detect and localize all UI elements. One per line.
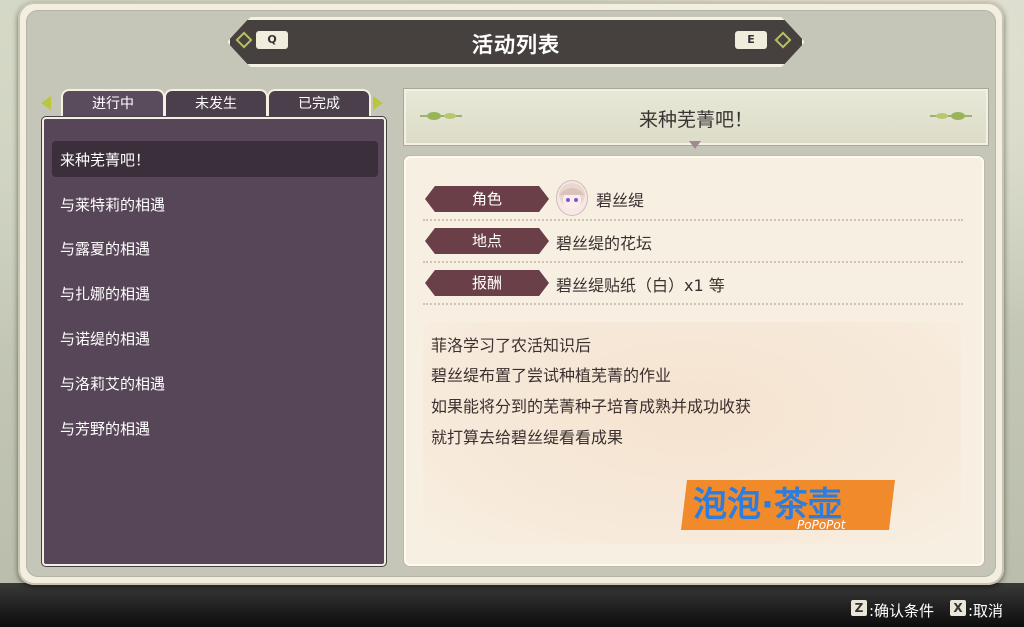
list-item[interactable]: 与露夏的相遇 <box>60 238 150 259</box>
confirm-key[interactable]: Z <box>851 600 867 616</box>
tab-left-arrow-icon[interactable] <box>41 96 51 110</box>
description-line: 菲洛学习了农活知识后 <box>431 336 592 355</box>
location-tag: 地点 <box>425 228 549 254</box>
list-item[interactable]: 与诺缇的相遇 <box>60 328 150 349</box>
detail-header: 来种芜菁吧！ <box>404 89 988 145</box>
cancel-key[interactable]: X <box>950 600 966 616</box>
next-tab-key[interactable]: E <box>735 31 767 49</box>
watermark-sub: PoPoPot <box>797 518 847 532</box>
description-line: 如果能将分到的芜菁种子培育成熟并成功收获 <box>431 397 752 416</box>
list-item[interactable]: 与扎娜的相遇 <box>60 283 150 304</box>
description-line: 就打算去给碧丝缇看看成果 <box>431 428 624 447</box>
role-tag: 角色 <box>425 186 549 212</box>
divider <box>423 261 963 263</box>
tab-right-arrow-icon[interactable] <box>373 96 383 110</box>
location-value: 碧丝缇的花坛 <box>556 234 653 253</box>
divider <box>423 303 963 305</box>
divider <box>423 219 963 221</box>
list-item[interactable]: 与芳野的相遇 <box>60 418 150 439</box>
list-item[interactable]: 与洛莉艾的相遇 <box>60 373 165 394</box>
tab-completed[interactable]: 已完成 <box>267 89 371 117</box>
list-item[interactable]: 来种芜菁吧！ <box>60 149 150 170</box>
event-title: 来种芜菁吧！ <box>638 109 753 131</box>
cancel-label[interactable]: :取消 <box>968 600 1003 621</box>
tab-not-started[interactable]: 未发生 <box>164 89 268 117</box>
confirm-conditions-label[interactable]: :确认条件 <box>869 600 934 621</box>
description-line: 碧丝缇布置了尝试种植芜菁的作业 <box>431 366 672 385</box>
leaf-ornament-icon <box>930 112 972 120</box>
prev-tab-key[interactable]: Q <box>256 31 288 49</box>
reward-value: 碧丝缇贴纸（白）x1 等 <box>556 276 725 295</box>
title-bar: 活动列表 <box>227 17 805 67</box>
header-pointer-icon <box>689 141 701 149</box>
reward-tag: 报酬 <box>425 270 549 296</box>
page-title: 活动列表 <box>472 33 560 57</box>
popopot-watermark-logo: 泡泡·茶壶 PoPoPot <box>681 480 895 532</box>
list-item[interactable]: 与莱特莉的相遇 <box>60 194 165 215</box>
role-value: 碧丝缇 <box>596 191 645 210</box>
character-avatar <box>556 180 588 216</box>
